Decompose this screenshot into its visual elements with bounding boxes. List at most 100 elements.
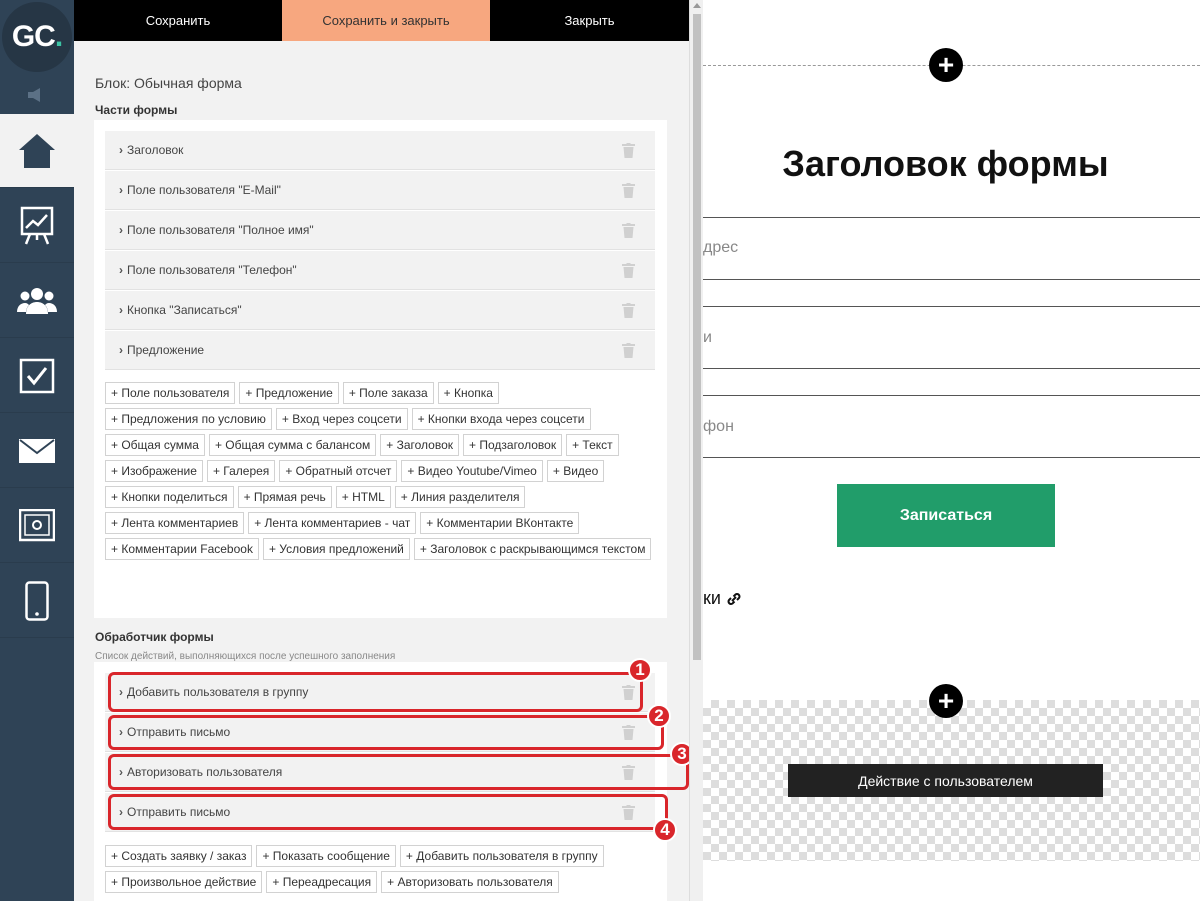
- add-element-button[interactable]: + Поле пользователя: [105, 382, 236, 404]
- add-element-button[interactable]: + Предложения по условию: [105, 408, 272, 430]
- list-item[interactable]: › Поле пользователя "E-Mail": [105, 171, 655, 210]
- logo[interactable]: GC.: [2, 2, 72, 72]
- edit-panel: Сохранить Сохранить и закрыть Закрыть Бл…: [74, 0, 689, 901]
- mail-icon: [19, 438, 55, 463]
- nav-users[interactable]: [0, 264, 74, 338]
- panel-scrollbar[interactable]: [689, 0, 703, 901]
- chevron-right-icon[interactable]: ›: [119, 343, 123, 357]
- add-element-button[interactable]: + Прямая речь: [237, 486, 332, 508]
- add-element-button[interactable]: + Общая сумма с балансом: [208, 434, 377, 456]
- chevron-right-icon[interactable]: ›: [119, 223, 123, 237]
- add-element-button[interactable]: + Поле заказа: [342, 382, 434, 404]
- email-field[interactable]: дрес: [703, 239, 738, 257]
- offer-text: ки: [703, 588, 742, 609]
- handler-heading: Обработчик формы: [95, 630, 214, 644]
- toolbar: Сохранить Сохранить и закрыть Закрыть: [74, 0, 689, 41]
- highlight-box-3: [108, 754, 689, 790]
- chevron-right-icon[interactable]: ›: [119, 263, 123, 277]
- nav-safe[interactable]: [0, 489, 74, 563]
- chart-icon: [20, 206, 54, 244]
- add-element-button[interactable]: + Показать сообщение: [256, 845, 396, 867]
- submit-button[interactable]: Записаться: [837, 484, 1055, 547]
- list-item[interactable]: › Заголовок: [105, 131, 655, 170]
- add-element-button[interactable]: + Лента комментариев: [105, 512, 245, 534]
- scrollbar-thumb[interactable]: [693, 14, 701, 660]
- home-icon: [19, 133, 55, 168]
- add-element-button[interactable]: + Изображение: [105, 460, 203, 482]
- add-element-button[interactable]: + Авторизовать пользователя: [381, 871, 559, 893]
- add-element-button[interactable]: + Кнопка: [437, 382, 499, 404]
- add-element-button[interactable]: + Комментарии ВКонтакте: [420, 512, 580, 534]
- add-element-button[interactable]: + HTML: [335, 486, 391, 508]
- add-element-button[interactable]: + Условия предложений: [262, 538, 410, 560]
- list-item[interactable]: › Поле пользователя "Полное имя": [105, 211, 655, 250]
- add-element-button[interactable]: + Линия разделителя: [394, 486, 526, 508]
- link-icon[interactable]: [726, 591, 742, 607]
- badge-1: 1: [628, 658, 652, 682]
- add-element-button[interactable]: + Заголовок: [380, 434, 460, 456]
- add-element-button[interactable]: + Обратный отсчет: [279, 460, 398, 482]
- add-element-button[interactable]: + Кнопки входа через соцсети: [411, 408, 591, 430]
- field-border: [703, 457, 1200, 458]
- field-border: [703, 368, 1200, 369]
- add-element-button[interactable]: + Галерея: [206, 460, 276, 482]
- save-button[interactable]: Сохранить: [74, 0, 282, 41]
- parts-card: › Заголовок › Поле пользователя "E-Mail" › По…: [94, 120, 667, 618]
- badge-4: 4: [653, 818, 677, 842]
- speaker-icon[interactable]: [0, 78, 74, 112]
- nav-stats[interactable]: [0, 189, 74, 263]
- add-element-button[interactable]: + Текст: [566, 434, 619, 456]
- trash-icon[interactable]: [622, 183, 635, 198]
- nav-tasks[interactable]: [0, 339, 74, 413]
- add-element-button[interactable]: + Создать заявку / заказ: [105, 845, 253, 867]
- trash-icon[interactable]: [622, 223, 635, 238]
- chevron-right-icon[interactable]: ›: [119, 143, 123, 157]
- field-border: [703, 395, 1200, 396]
- badge-2: 2: [647, 704, 671, 728]
- add-element-button[interactable]: + Переадресация: [266, 871, 378, 893]
- add-block-top-icon[interactable]: +: [929, 48, 963, 82]
- close-button[interactable]: Закрыть: [490, 0, 689, 41]
- add-element-button[interactable]: + Предложение: [239, 382, 339, 404]
- add-element-button[interactable]: + Добавить пользователя в группу: [399, 845, 604, 867]
- add-element-button[interactable]: + Заголовок с раскрывающимся текстом: [413, 538, 652, 560]
- save-and-close-button[interactable]: Сохранить и закрыть: [282, 0, 490, 41]
- add-element-button[interactable]: + Вход через соцсети: [275, 408, 408, 430]
- trash-icon[interactable]: [622, 303, 635, 318]
- trash-icon[interactable]: [622, 263, 635, 278]
- form-title: Заголовок формы: [782, 143, 1109, 184]
- handler-add-buttons: + Создать заявку / заказ + Показать сообщ…: [105, 845, 665, 893]
- add-element-button[interactable]: + Общая сумма: [105, 434, 205, 456]
- trash-icon[interactable]: [622, 343, 635, 358]
- handler-subtitle: Список действий, выполняющихся после усп…: [95, 651, 396, 662]
- user-action-button[interactable]: Действие с пользователем: [788, 764, 1103, 797]
- add-element-button[interactable]: + Произвольное действие: [105, 871, 263, 893]
- list-item[interactable]: › Предложение: [105, 331, 655, 370]
- nav-mail[interactable]: [0, 414, 74, 488]
- list-item[interactable]: › Поле пользователя "Телефон": [105, 251, 655, 290]
- add-element-button[interactable]: + Видео Youtube/Vimeo: [401, 460, 543, 482]
- chevron-right-icon[interactable]: ›: [119, 183, 123, 197]
- chevron-right-icon[interactable]: ›: [119, 303, 123, 317]
- safe-icon: [19, 508, 55, 541]
- field-border: [703, 306, 1200, 307]
- highlight-box-2: [108, 715, 664, 750]
- field-border: [703, 217, 1200, 218]
- trash-icon[interactable]: [622, 143, 635, 158]
- list-item[interactable]: › Кнопка "Записаться": [105, 291, 655, 330]
- list-item-label: Поле пользователя "E-Mail": [127, 183, 281, 197]
- add-element-button[interactable]: + Кнопки поделиться: [105, 486, 234, 508]
- nav-mobile[interactable]: [0, 564, 74, 638]
- add-element-button[interactable]: + Подзаголовок: [463, 434, 563, 456]
- app-root: GC. Сохранить Сохранить и закрыть Закрыт…: [0, 0, 1200, 901]
- scroll-up-arrow-icon[interactable]: [693, 3, 701, 8]
- add-element-button[interactable]: + Комментарии Facebook: [105, 538, 259, 560]
- add-element-button[interactable]: + Видео: [546, 460, 605, 482]
- nav-home[interactable]: [0, 114, 74, 188]
- name-field[interactable]: и: [703, 329, 712, 347]
- highlight-box-4: [108, 794, 668, 830]
- phone-field[interactable]: фон: [703, 418, 734, 436]
- tasks-icon: [19, 358, 55, 393]
- add-block-bottom-icon[interactable]: +: [929, 684, 963, 718]
- add-element-button[interactable]: + Лента комментариев - чат: [248, 512, 417, 534]
